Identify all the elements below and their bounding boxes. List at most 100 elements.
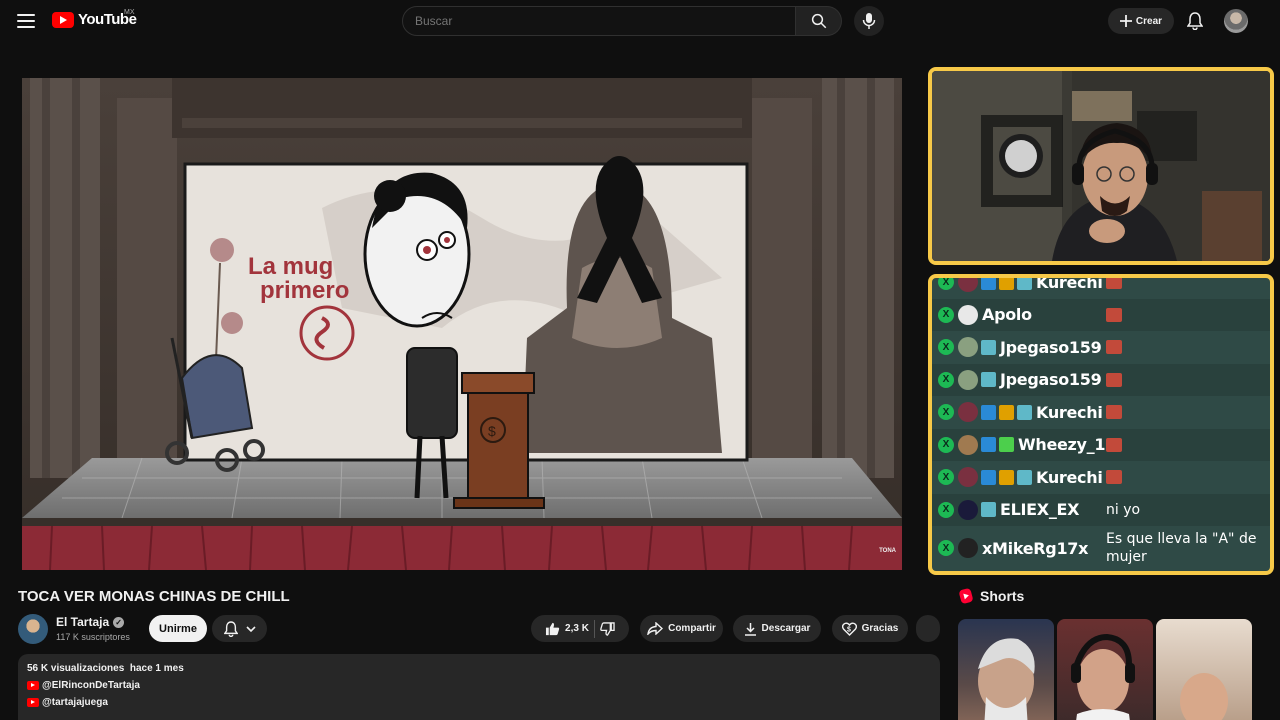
share-button[interactable]: Compartir [640,615,723,642]
search-box[interactable] [402,6,796,36]
xbox-badge-icon: X [938,278,954,291]
search-button[interactable] [796,6,842,36]
create-label: Crear [1135,15,1163,27]
hammer-badge-icon [981,404,996,420]
emote-icon [1106,405,1122,419]
like-count[interactable]: 2,3 K [565,623,589,634]
verified-icon: ✓ [113,616,125,628]
sub-badge-icon [981,502,996,518]
short-thumbnail-image [1180,673,1228,720]
description-link[interactable]: @ElRinconDeTartaja [27,680,931,691]
chat-message: X xMikeRg17x Es que lleva la "A" de muje… [932,526,1270,570]
user-avatar [958,499,978,520]
chat-username: ELIEX_EX [1000,500,1080,520]
notifications-button[interactable] [1184,10,1206,32]
sub-badge-icon [1017,278,1032,290]
user-avatar [958,304,978,325]
shorts-title: Shorts [980,588,1025,604]
search-bar [402,6,842,36]
bell-icon [223,620,238,637]
user-avatar [958,402,978,423]
dislike-icon[interactable] [600,621,615,636]
country-code: MX [124,9,135,16]
like-divider [593,619,595,638]
xbox-badge-icon: X [938,306,954,323]
chat-text: Es que lleva la "A" de mujer [1106,531,1257,565]
chat-messages: X Kurechi X Apolo X Jpegaso159 X Jpegaso… [932,278,1270,570]
video-description[interactable]: 56 K visualizaciones hace 1 mes @ElRinco… [18,654,940,720]
scene-text-1: La mug [248,253,333,280]
channel-avatar[interactable] [18,614,48,644]
chat-message: X Wheezy_1 [932,428,1270,461]
user-avatar [958,337,978,358]
chat-message: X Jpegaso159 [932,331,1270,364]
youtube-logo[interactable]: YouTube MX [52,9,137,28]
hammer-badge-icon [981,278,996,290]
join-button[interactable]: Unirme [149,615,207,642]
xbox-badge-icon: X [938,371,954,388]
channel-link-text[interactable]: @ElRinconDeTartaja [42,680,140,691]
upload-age: hace 1 mes [129,663,184,674]
download-icon [744,622,756,636]
chat-message: X Kurechi [932,278,1270,299]
account-avatar[interactable] [1224,9,1248,33]
channel-link-text[interactable]: @tartajajuega [42,697,108,708]
user-avatar [958,369,978,390]
crown-badge-icon [999,469,1014,485]
menu-icon[interactable] [16,11,36,31]
like-dislike-group: 2,3 K [531,615,629,642]
subscriber-count: 117 K suscriptores [56,632,130,642]
user-avatar [958,467,978,488]
emote-icon [1106,470,1122,484]
description-link[interactable]: @tartajajuega [27,697,931,708]
microphone-icon [862,13,876,29]
voice-search-button[interactable] [854,6,884,36]
video-title: TOCA VER MONAS CHINAS DE CHILL [18,588,290,605]
user-avatar [958,434,978,455]
chat-message: X Kurechi [932,461,1270,494]
emote-icon [1106,278,1122,289]
subscription-bell-button[interactable] [212,615,267,642]
svg-text:$: $ [488,423,496,439]
like-icon[interactable] [545,622,560,636]
chat-overlay: X Kurechi X Apolo X Jpegaso159 X Jpegaso… [928,274,1274,575]
plus-icon [1119,15,1132,27]
shorts-header: Shorts [958,587,1025,605]
chevron-down-icon [245,625,256,632]
hammer-badge-icon [981,437,996,453]
channel-name-text: El Tartaja [56,615,110,629]
short-thumbnail-image [1071,633,1135,720]
channel-name[interactable]: El Tartaja ✓ [56,615,125,629]
thanks-button[interactable]: $ Gracias [832,615,908,642]
xbox-badge-icon: X [938,436,954,453]
emote-icon [1106,437,1122,452]
xbox-badge-icon: X [938,339,954,356]
short-thumbnail[interactable] [958,619,1054,720]
video-player[interactable]: La mug primero $ TONA [22,78,902,570]
xbox-badge-icon: X [938,540,954,556]
bell-icon [1187,12,1203,30]
thanks-heart-icon: $ [841,622,857,636]
share-label: Compartir [668,623,716,634]
xbox-badge-icon: X [938,404,954,421]
view-count: 56 K visualizaciones [27,663,125,674]
view-info: 56 K visualizaciones hace 1 mes [27,663,931,674]
more-actions-button[interactable] [916,615,940,642]
gift-badge-icon [999,437,1014,453]
create-button[interactable]: Crear [1108,8,1174,34]
webcam-frame [932,71,1270,261]
emote-icon [1106,307,1122,322]
thanks-label: Gracias [861,623,899,634]
sub-badge-icon [981,372,996,388]
search-input[interactable] [415,14,783,28]
chat-message: X Apolo [932,298,1270,331]
download-button[interactable]: Descargar [733,615,821,642]
chat-username: Kurechi [1036,467,1103,487]
top-bar: YouTube MX Crear [0,0,1280,42]
chat-message: X Jpegaso159 [932,363,1270,396]
share-icon [647,622,664,635]
short-thumbnail[interactable] [1156,619,1252,720]
user-avatar [958,278,978,293]
emote-icon [1106,372,1122,387]
short-thumbnail[interactable] [1057,619,1153,720]
